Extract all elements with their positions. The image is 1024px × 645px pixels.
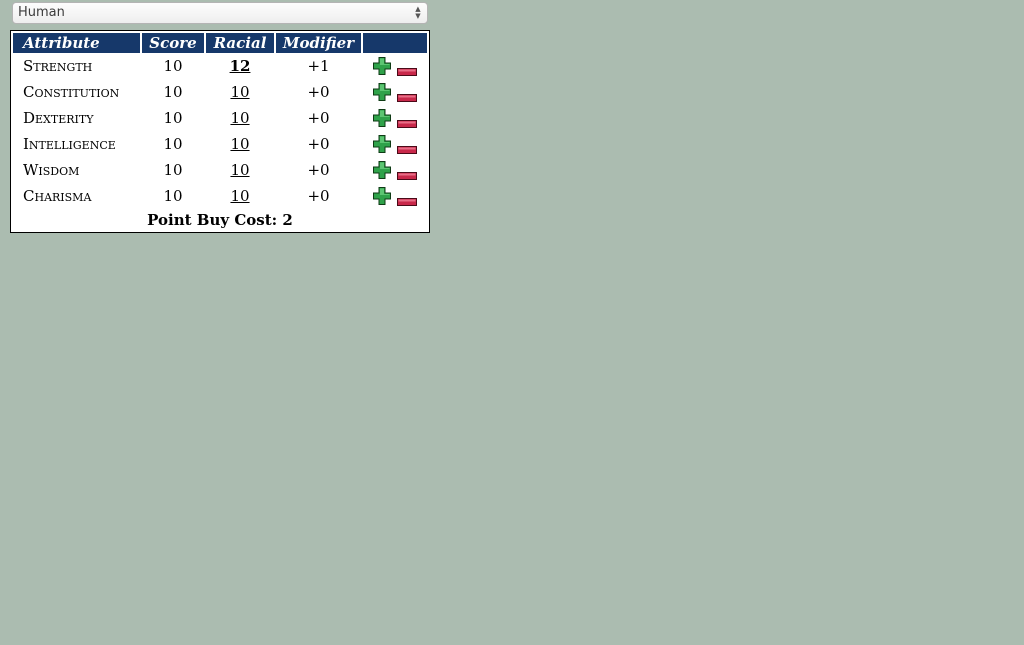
minus-icon — [397, 68, 417, 76]
increase-wisdom-button[interactable] — [373, 161, 391, 179]
attribute-name: Constitution — [23, 83, 120, 101]
attribute-row-strength: Strength 10 12 +1 — [11, 53, 429, 79]
decrease-intelligence-button[interactable] — [397, 140, 417, 154]
minus-icon — [397, 146, 417, 154]
decrease-wisdom-button[interactable] — [397, 166, 417, 180]
attribute-score: 10 — [163, 161, 183, 179]
header-modifier: Modifier — [276, 33, 361, 53]
header-racial: Racial — [206, 33, 274, 53]
attribute-row-intelligence: Intelligence 10 10 +0 — [11, 131, 429, 157]
attribute-row-wisdom: Wisdom 10 10 +0 — [11, 157, 429, 183]
plus-icon — [373, 83, 391, 101]
plus-icon — [373, 161, 391, 179]
attribute-score: 10 — [163, 135, 183, 153]
attribute-score: 10 — [163, 57, 183, 75]
header-score: Score — [142, 33, 204, 53]
plus-icon — [373, 109, 391, 127]
increase-strength-button[interactable] — [373, 57, 391, 75]
attribute-row-charisma: Charisma 10 10 +0 — [11, 183, 429, 209]
minus-icon — [397, 94, 417, 102]
racial-score: 10 — [230, 109, 250, 127]
plus-icon — [373, 135, 391, 153]
attribute-score: 10 — [163, 187, 183, 205]
attribute-modifier: +0 — [307, 109, 330, 127]
minus-icon — [397, 120, 417, 128]
attribute-modifier: +0 — [307, 161, 330, 179]
decrease-strength-button[interactable] — [397, 62, 417, 76]
increase-charisma-button[interactable] — [373, 187, 391, 205]
attribute-name: Charisma — [23, 187, 92, 205]
attribute-score: 10 — [163, 109, 183, 127]
minus-icon — [397, 198, 417, 206]
racial-score: 10 — [230, 161, 250, 179]
decrease-charisma-button[interactable] — [397, 192, 417, 206]
attribute-modifier: +0 — [307, 83, 330, 101]
attributes-panel: Attribute Score Racial Modifier Strength… — [10, 30, 430, 233]
plus-icon — [373, 187, 391, 205]
attribute-modifier: +1 — [307, 57, 330, 75]
attribute-name: Wisdom — [23, 161, 80, 179]
header-controls — [363, 33, 427, 53]
attribute-name: Strength — [23, 57, 93, 75]
attribute-row-dexterity: Dexterity 10 10 +0 — [11, 105, 429, 131]
select-arrows-icon: ▲ ▼ — [415, 5, 421, 20]
minus-icon — [397, 172, 417, 180]
attribute-name: Intelligence — [23, 135, 116, 153]
attribute-modifier: +0 — [307, 187, 330, 205]
race-select-value: Human — [18, 5, 65, 20]
racial-score: 10 — [230, 83, 250, 101]
increase-dexterity-button[interactable] — [373, 109, 391, 127]
racial-score: 10 — [230, 187, 250, 205]
attribute-modifier: +0 — [307, 135, 330, 153]
racial-score: 10 — [230, 135, 250, 153]
attribute-name: Dexterity — [23, 109, 94, 127]
point-buy-cost: Point Buy Cost: 2 — [147, 211, 293, 229]
header-attribute: Attribute — [13, 33, 140, 53]
racial-score: 12 — [229, 57, 251, 75]
decrease-constitution-button[interactable] — [397, 88, 417, 102]
increase-intelligence-button[interactable] — [373, 135, 391, 153]
race-select[interactable]: Human ▲ ▼ — [12, 2, 428, 24]
plus-icon — [373, 57, 391, 75]
attribute-score: 10 — [163, 83, 183, 101]
increase-constitution-button[interactable] — [373, 83, 391, 101]
attribute-row-constitution: Constitution 10 10 +0 — [11, 79, 429, 105]
decrease-dexterity-button[interactable] — [397, 114, 417, 128]
